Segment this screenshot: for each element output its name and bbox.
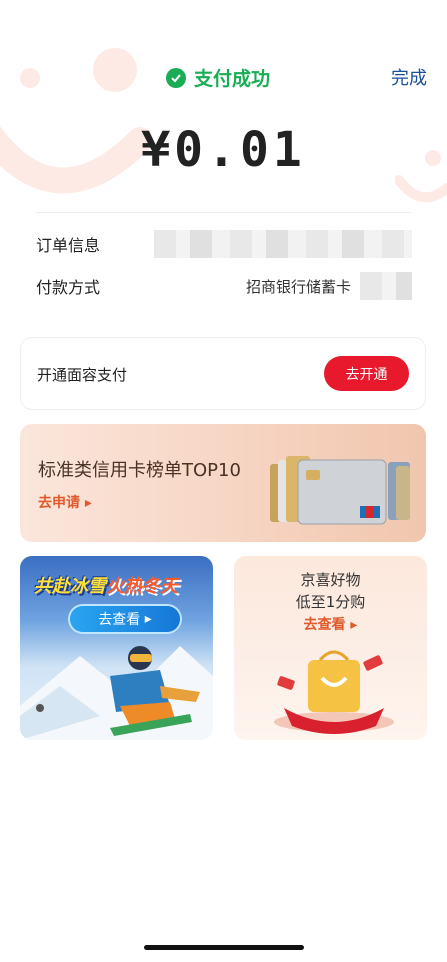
home-indicator[interactable] [144,945,304,950]
ski-view-label: 去查看 [98,612,141,628]
enable-face-pay-button[interactable]: 去开通 [324,356,409,391]
credit-cards-illustration [270,456,410,525]
jingxi-title: 京喜好物 [300,571,361,589]
face-pay-card: 开通面容支付 去开通 [20,337,426,410]
ski-banner-title: 共赴冰雪火热冬天 [34,572,178,598]
result-header: 支付成功 完成 [0,58,447,98]
winter-sports-banner[interactable]: 共赴冰雪火热冬天 去查看 ▸ [20,556,213,740]
jingxi-banner[interactable]: 京喜好物 低至1分购 去查看 ▸ [234,556,427,740]
payment-status: 支付成功 [166,64,270,91]
order-info-label: 订单信息 [36,236,101,255]
credit-card-banner[interactable]: 标准类信用卡榜单TOP10 去申请 ▸ [20,424,426,542]
apply-link-text: 去申请 [38,495,80,511]
card-number-redacted [360,272,412,300]
jingxi-subtitle: 低至1分购 [295,593,366,611]
payment-amount: ¥0.01 [141,122,306,178]
face-pay-title: 开通面容支付 [37,366,128,384]
ski-view-button[interactable]: 去查看 ▸ [70,606,180,632]
snowboarder-illustration [20,646,213,740]
done-button[interactable]: 完成 [391,64,427,90]
jingxi-view-label: 去查看 [303,617,346,633]
check-circle-icon [166,67,186,88]
divider [36,212,411,213]
shopping-bag-illustration [274,650,394,734]
jingxi-view-link[interactable]: 去查看 ▸ [234,614,427,634]
payment-method-label: 付款方式 [36,278,101,297]
credit-banner-title: 标准类信用卡榜单TOP10 [38,460,241,481]
apply-link[interactable]: 去申请 ▸ [38,492,92,512]
order-info-redacted [154,230,412,258]
ski-title-part1: 共赴冰雪 [34,576,106,597]
payment-method-row: 付款方式 招商银行储蓄卡 [36,270,411,302]
status-text: 支付成功 [194,68,271,90]
ski-title-part2: 火热冬天 [106,576,178,597]
payment-method-value: 招商银行储蓄卡 [245,278,351,296]
